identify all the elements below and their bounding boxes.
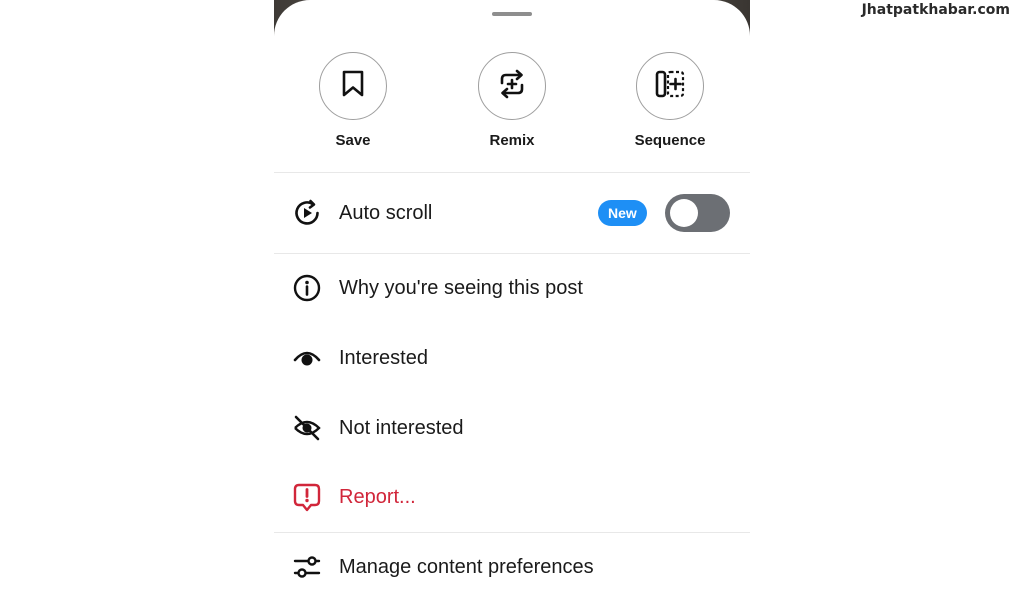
not-interested-row[interactable]: Not interested [274, 398, 750, 458]
auto-scroll-toggle[interactable] [665, 194, 730, 232]
auto-scroll-label: Auto scroll [339, 201, 433, 224]
sequence-button[interactable]: Sequence [615, 52, 725, 149]
remix-label: Remix [489, 132, 535, 149]
interested-row[interactable]: Interested [274, 328, 750, 388]
screen: Jhatpatkhabar.com Save Remix Sequence Au… [0, 0, 1024, 600]
watermark: Jhatpatkhabar.com [861, 2, 1010, 18]
auto-scroll-row[interactable]: Auto scroll New [274, 183, 750, 243]
why-seeing-post-label: Why you're seeing this post [339, 276, 583, 299]
report-label: Report... [339, 485, 416, 508]
toggle-knob [670, 199, 698, 227]
sequence-icon [654, 69, 686, 104]
divider [274, 532, 750, 533]
manage-preferences-row[interactable]: Manage content preferences [274, 537, 750, 597]
sequence-label: Sequence [634, 132, 706, 149]
divider [274, 253, 750, 254]
report-row[interactable]: Report... [274, 467, 750, 527]
info-icon [292, 273, 322, 303]
new-badge: New [598, 200, 647, 226]
manage-preferences-label: Manage content preferences [339, 555, 594, 578]
remix-icon [497, 69, 527, 104]
report-icon [292, 482, 322, 512]
sliders-icon [292, 552, 322, 582]
drag-handle[interactable] [492, 12, 532, 16]
remix-circle [478, 52, 546, 120]
save-circle [319, 52, 387, 120]
eye-icon [292, 343, 322, 373]
sequence-circle [636, 52, 704, 120]
save-label: Save [335, 132, 371, 149]
why-seeing-post-row[interactable]: Why you're seeing this post [274, 258, 750, 318]
bookmark-icon [340, 70, 366, 103]
bottom-sheet: Save Remix Sequence Auto scroll New Why … [274, 0, 750, 600]
not-interested-label: Not interested [339, 416, 464, 439]
interested-label: Interested [339, 346, 428, 369]
quick-actions: Save Remix Sequence [274, 52, 750, 162]
remix-button[interactable]: Remix [457, 52, 567, 149]
divider [274, 172, 750, 173]
save-button[interactable]: Save [298, 52, 408, 149]
eye-off-icon [292, 413, 322, 443]
auto-scroll-icon [292, 198, 322, 228]
